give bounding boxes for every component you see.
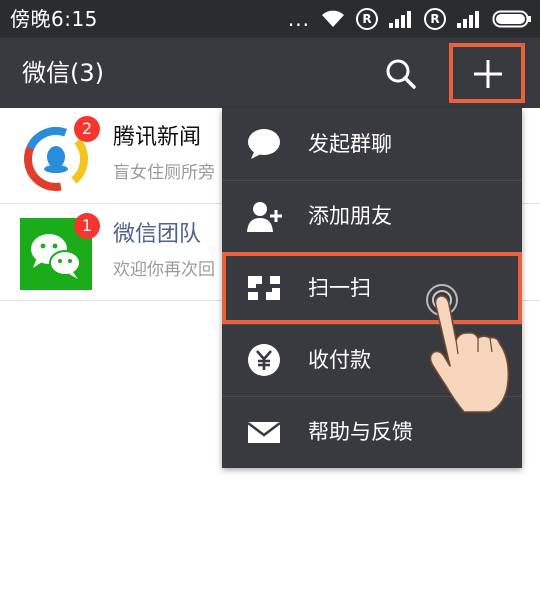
menu-item-label: 发起群聊 bbox=[308, 132, 392, 156]
wifi-icon bbox=[322, 10, 344, 27]
chat-bubble-icon bbox=[248, 129, 280, 159]
plus-icon bbox=[474, 60, 502, 88]
more-dots-icon: ... bbox=[287, 7, 310, 31]
status-icons: ... R R bbox=[288, 7, 532, 31]
status-time: 傍晚6:15 bbox=[10, 7, 98, 31]
mail-icon bbox=[247, 422, 281, 443]
add-friend-icon bbox=[247, 202, 282, 232]
menu-item-label: 帮助与反馈 bbox=[308, 420, 413, 444]
pointing-hand-icon bbox=[426, 284, 510, 413]
yuan-icon bbox=[248, 344, 280, 376]
menu-item-group-chat[interactable]: 发起群聊 bbox=[222, 108, 522, 180]
plus-button[interactable] bbox=[449, 43, 525, 103]
app-header: 微信(3) bbox=[0, 38, 540, 108]
page-title: 微信(3) bbox=[22, 59, 104, 87]
menu-item-label: 添加朋友 bbox=[308, 204, 392, 228]
chat-name: 微信团队 bbox=[113, 222, 202, 247]
status-bar: 傍晚6:15 ... R R bbox=[0, 0, 540, 38]
chat-name: 腾讯新闻 bbox=[113, 125, 202, 150]
signal-icon-2 bbox=[457, 11, 479, 28]
wechat-screen: 傍晚6:15 ... R R 微信(3) 2 腾讯新闻 盲女住厕所旁 1 微信团… bbox=[0, 0, 540, 600]
menu-item-add-friend[interactable]: 添加朋友 bbox=[222, 180, 522, 252]
battery-icon bbox=[492, 10, 531, 28]
unread-badge: 2 bbox=[74, 116, 100, 142]
registered-mark-icon: R bbox=[356, 8, 378, 30]
signal-icon bbox=[389, 11, 411, 28]
chat-preview: 欢迎你再次回 bbox=[113, 260, 215, 280]
unread-badge: 1 bbox=[74, 213, 100, 239]
registered-mark-icon-2: R bbox=[424, 8, 446, 30]
search-icon[interactable] bbox=[383, 56, 419, 92]
chat-preview: 盲女住厕所旁 bbox=[113, 163, 215, 183]
menu-item-label: 收付款 bbox=[308, 348, 371, 372]
